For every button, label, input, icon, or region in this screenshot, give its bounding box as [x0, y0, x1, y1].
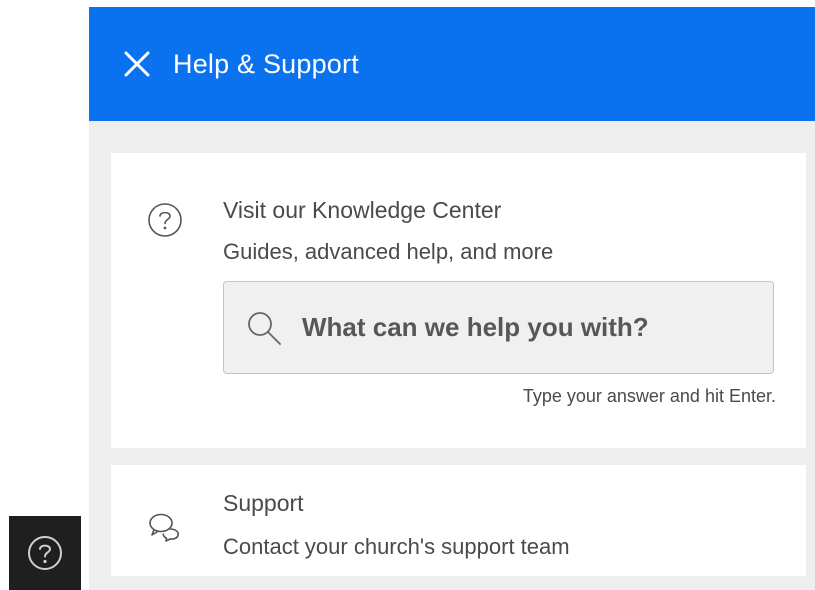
help-panel: Help & Support Visit our Knowledge Cente…	[89, 7, 815, 590]
search-icon	[248, 311, 281, 345]
support-subtitle: Contact your church's support team	[223, 534, 570, 559]
page: Help & Support Visit our Knowledge Cente…	[0, 0, 815, 590]
panel-header: Help & Support	[89, 7, 815, 121]
close-button[interactable]	[120, 47, 154, 81]
support-title: Support	[223, 490, 304, 516]
knowledge-center-title[interactable]: Visit our Knowledge Center	[223, 197, 501, 224]
panel-title: Help & Support	[173, 48, 359, 79]
search-input[interactable]	[302, 312, 742, 343]
help-launcher-button[interactable]	[9, 516, 81, 590]
knowledge-center-card: Visit our Knowledge Center Guides, advan…	[111, 153, 806, 448]
support-card[interactable]: Support Contact your church's support te…	[111, 465, 806, 576]
search-box[interactable]	[223, 281, 774, 374]
question-circle-icon	[148, 203, 182, 237]
knowledge-center-subtitle: Guides, advanced help, and more	[223, 239, 554, 264]
chat-bubbles-icon	[149, 513, 179, 542]
close-icon	[124, 51, 150, 77]
help-circle-icon	[28, 536, 62, 570]
search-hint: Type your answer and hit Enter.	[522, 386, 776, 406]
